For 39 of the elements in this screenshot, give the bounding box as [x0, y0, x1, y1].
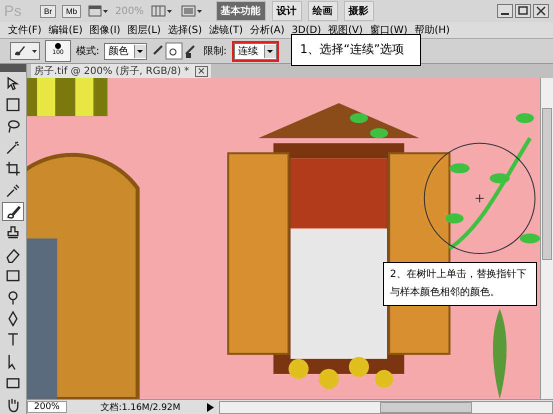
menu-item[interactable]: 图像(I): [90, 23, 120, 37]
workspace-button[interactable]: 绘画: [308, 1, 338, 21]
panel-grip[interactable]: [0, 64, 26, 72]
vertical-scrollbar[interactable]: [540, 78, 553, 399]
menu-item[interactable]: 编辑(E): [48, 23, 83, 37]
limits-label: 限制:: [203, 44, 227, 58]
menu-item[interactable]: 选择(S): [168, 23, 202, 37]
mode-label: 模式:: [76, 44, 100, 58]
menu-item[interactable]: 文件(F): [8, 23, 42, 37]
close-icon[interactable]: [533, 4, 549, 18]
zoom-field[interactable]: 200%: [27, 401, 67, 413]
maximize-icon[interactable]: [515, 4, 531, 18]
limits-dropdown[interactable]: 连续: [232, 40, 279, 62]
close-tab-button[interactable]: ×: [195, 66, 208, 76]
menu-item[interactable]: 视图(V): [328, 23, 363, 37]
menu-item[interactable]: 窗口(W): [370, 23, 408, 37]
menu-item[interactable]: 图层(L): [127, 23, 161, 37]
horizontal-scrollbar[interactable]: [218, 400, 553, 414]
launcher-button[interactable]: Mb: [62, 4, 82, 18]
document-info: 文档:1.16M/2.92M: [100, 402, 182, 414]
triangle-right-icon[interactable]: [204, 402, 215, 412]
workspace-button[interactable]: 摄影: [344, 1, 374, 21]
menu-item[interactable]: 滤镜(T): [208, 23, 243, 37]
mode-dropdown[interactable]: 颜色: [104, 42, 148, 60]
callout-note: 1、选择“连续”选项: [291, 34, 421, 66]
brush-tool-icon[interactable]: [2, 202, 24, 222]
arrange-documents-icon[interactable]: [150, 4, 174, 18]
tool-preset-picker-icon[interactable]: [10, 42, 40, 60]
document-tab[interactable]: 房子.tif @ 200% (房子, RGB/8) * ×: [31, 64, 211, 78]
menu-item[interactable]: 3D(D): [292, 24, 322, 36]
launcher-button[interactable]: Br: [40, 4, 56, 18]
view-extras-icon[interactable]: [87, 4, 110, 18]
workspace-button[interactable]: 设计: [272, 1, 302, 21]
callout-note: 2、在树叶上单击，替换指针下与样本颜色相邻的颜色。: [383, 262, 537, 306]
minimize-icon[interactable]: [497, 4, 513, 18]
menu-item[interactable]: 帮助(H): [414, 23, 450, 37]
workspace-button[interactable]: 基本功能: [216, 1, 266, 21]
menu-item[interactable]: 分析(A): [250, 23, 285, 37]
screen-mode-icon[interactable]: [180, 4, 204, 18]
